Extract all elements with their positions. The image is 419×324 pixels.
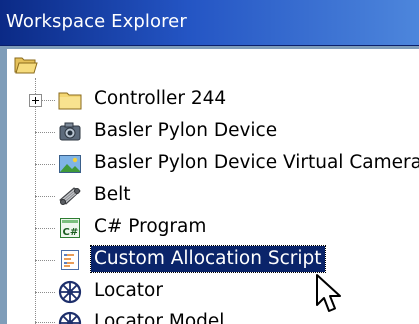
tree-connector xyxy=(35,322,55,323)
camera-icon xyxy=(59,122,81,141)
tree-item-locator-model[interactable]: Locator Model xyxy=(58,307,298,324)
tree-connector xyxy=(35,292,55,293)
tree-item-csharp-program[interactable]: C# C# Program xyxy=(58,212,298,244)
panel-border-left xyxy=(0,46,7,324)
tree-item-label: Belt xyxy=(94,184,131,205)
window-title: Workspace Explorer xyxy=(6,11,187,32)
svg-text:C#: C# xyxy=(63,227,79,238)
script-icon xyxy=(61,250,79,270)
tree-connector xyxy=(35,196,55,197)
tree-connector xyxy=(35,228,55,229)
tree-item-label: Controller 244 xyxy=(94,88,227,109)
tree-root[interactable] xyxy=(14,51,54,83)
locator-model-icon xyxy=(58,311,82,324)
tree-connector xyxy=(35,164,55,165)
csharp-program-icon: C# xyxy=(60,218,80,238)
tree-item-locator[interactable]: Locator xyxy=(58,276,258,308)
tree-item-basler-pylon-device[interactable]: Basler Pylon Device xyxy=(58,116,358,148)
tree-item-label: Locator Model xyxy=(94,311,225,324)
tree-connector-vertical xyxy=(35,78,36,324)
tree-item-basler-pylon-virtual-camera[interactable]: Basler Pylon Device Virtual Camera xyxy=(58,148,419,180)
tree-item-belt[interactable]: Belt xyxy=(58,180,258,212)
tree-item-custom-allocation-script[interactable]: Custom Allocation Script xyxy=(58,244,378,276)
conveyor-belt-icon xyxy=(59,187,81,205)
tree-item-label: Custom Allocation Script xyxy=(90,245,326,273)
workspace-explorer-window: Workspace Explorer Controller 244 Basler… xyxy=(0,0,419,324)
expand-toggle[interactable] xyxy=(29,94,42,107)
tree-item-label: C# Program xyxy=(94,216,207,237)
folder-icon xyxy=(58,92,82,110)
mouse-pointer-icon xyxy=(316,274,341,312)
tree-item-label: Basler Pylon Device xyxy=(94,120,278,141)
tree-item-label: Locator xyxy=(94,280,163,301)
tree-connector xyxy=(35,260,55,261)
tree-connector xyxy=(35,132,55,133)
panel-border-top xyxy=(0,46,419,49)
image-icon xyxy=(59,155,81,173)
tree-item-controller-244[interactable]: Controller 244 xyxy=(58,84,318,116)
workspace-tree[interactable]: Controller 244 Basler Pylon Device Basle… xyxy=(0,46,419,324)
tree-item-label: Basler Pylon Device Virtual Camera xyxy=(94,152,419,173)
folder-open-icon xyxy=(14,57,38,74)
locator-icon xyxy=(58,280,82,304)
title-bar[interactable]: Workspace Explorer xyxy=(0,0,419,46)
